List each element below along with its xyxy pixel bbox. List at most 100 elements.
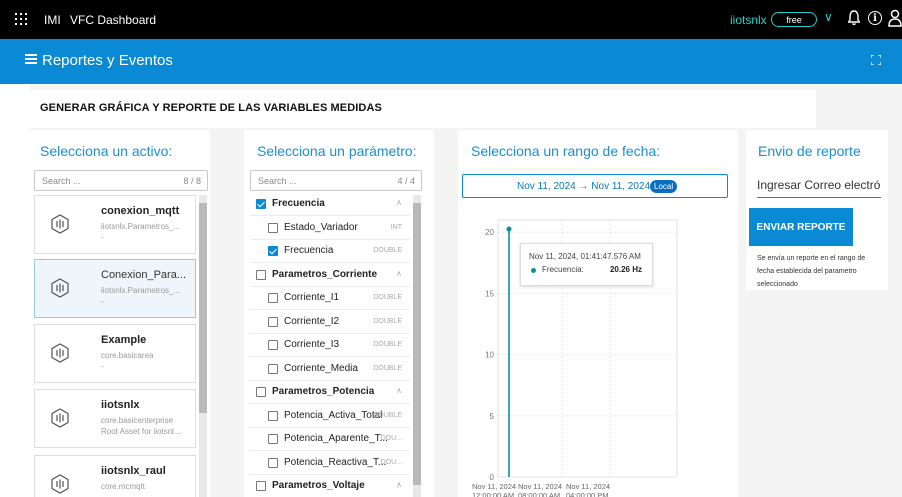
user-icon[interactable]	[888, 9, 902, 27]
asset-card[interactable]: Example core.basicarea -	[34, 324, 196, 383]
asset-description: Root Asset for iiotsnl...	[101, 427, 181, 436]
page-header: Reportes y Eventos	[0, 39, 902, 84]
chevron-up-icon[interactable]: ∧	[396, 269, 402, 278]
daterange-picker[interactable]: Nov 11, 2024 → Nov 11, 2024 Local	[462, 174, 728, 198]
section-title: GENERAR GRÁFICA Y REPORTE DE LAS VARIABL…	[40, 102, 382, 114]
parameter-type: DOU...	[380, 458, 402, 466]
parameter-checkbox[interactable]	[256, 269, 266, 280]
x-tick-time: 08:00:00 AM	[518, 491, 560, 497]
parameter-item[interactable]: Corriente_Media DOUBLE	[250, 357, 410, 381]
parameter-item[interactable]: Potencia_Aparente_T... DOU...	[250, 428, 410, 451]
asset-type: iiotsnlx.Parametros_...	[101, 222, 181, 231]
parameter-checkbox[interactable]	[268, 434, 278, 444]
parameter-checkbox[interactable]	[268, 457, 278, 468]
parameter-label: Corriente_Media	[284, 362, 358, 374]
series-point-frecuencia	[506, 226, 512, 232]
parameter-checkbox[interactable]	[256, 199, 266, 209]
parameter-checkbox[interactable]	[268, 410, 278, 421]
x-tick-date: Nov 11, 2024	[518, 482, 562, 491]
parameter-type: DOUBLE	[373, 294, 402, 301]
parameter-scrollbar-thumb[interactable]	[413, 203, 421, 485]
parameter-item[interactable]: Corriente_I2 DOUBLE	[250, 310, 410, 334]
parameter-group[interactable]: Parametros_Voltaje ∧	[250, 475, 410, 497]
send-report-button[interactable]: ENVIAR REPORTE	[749, 208, 853, 246]
asset-type: core.basicarea	[101, 351, 154, 360]
asset-type: core.mcmqtt	[101, 482, 146, 491]
asset-hex-icon	[51, 474, 69, 494]
asset-search-input[interactable]: Search ... 8 / 8	[34, 170, 208, 191]
parameter-checkbox[interactable]	[268, 363, 278, 374]
asset-name: Conexion_Para...	[101, 269, 186, 281]
y-tick-label: 10	[485, 351, 494, 360]
x-tick-time: 04:00:00 PM	[566, 491, 609, 497]
parameter-group[interactable]: Frecuencia ∧	[250, 193, 410, 216]
asset-name: conexion_mqtt	[101, 205, 180, 217]
tooltip-series: Frecuencia:	[542, 265, 584, 274]
parameter-label: Corriente_I2	[284, 315, 340, 327]
parameter-label: Potencia_Aparente_T...	[284, 433, 388, 444]
chevron-up-icon[interactable]: ∧	[396, 386, 402, 395]
asset-hex-icon	[51, 343, 69, 363]
parameter-item[interactable]: Frecuencia DOUBLE	[250, 240, 410, 263]
parameter-checkbox[interactable]	[268, 340, 278, 350]
asset-card[interactable]: iiotsnlx core.basicenterprise Root Asset…	[34, 389, 196, 448]
parameter-group[interactable]: Parametros_Potencia ∧	[250, 381, 410, 404]
parameter-label: Corriente_I3	[284, 339, 340, 350]
parameter-item[interactable]: Potencia_Reactiva_T... DOU...	[250, 451, 410, 475]
parameter-checkbox[interactable]	[268, 222, 278, 233]
parameter-checkbox[interactable]	[268, 246, 278, 256]
tooltip-value: 20.26 Hz	[609, 265, 642, 274]
parameter-type: DOUBLE	[373, 364, 402, 372]
chart-tooltip: Nov 11, 2024, 01:41:47.576 AM Frecuencia…	[520, 243, 653, 286]
asset-search-placeholder: Search ...	[42, 176, 81, 186]
asset-card[interactable]: conexion_mqtt iiotsnlx.Parametros_... -	[34, 195, 196, 254]
parameter-checkbox[interactable]	[268, 316, 278, 327]
parameter-type: DOU...	[380, 435, 402, 442]
asset-scrollbar-thumb[interactable]	[199, 203, 207, 413]
parameter-checkbox[interactable]	[256, 387, 266, 397]
timezone-badge[interactable]: Local	[650, 180, 678, 193]
plan-badge: free	[771, 12, 817, 27]
parameter-type: DOUBLE	[373, 247, 402, 254]
parameter-label: Frecuencia	[272, 198, 325, 209]
chevron-up-icon[interactable]: ∧	[396, 198, 402, 207]
x-tick-date: Nov 11, 2024	[472, 482, 516, 491]
email-input[interactable]: Ingresar Correo electrónico	[757, 178, 881, 198]
info-icon[interactable]: i	[868, 11, 882, 25]
chevron-down-icon[interactable]: ∨	[824, 10, 833, 24]
parameter-checkbox[interactable]	[268, 293, 278, 303]
asset-description: -	[101, 362, 104, 371]
parameter-item[interactable]: Corriente_I3 DOUBLE	[250, 334, 410, 357]
tooltip-series-dot	[531, 268, 536, 273]
chevron-up-icon[interactable]: ∧	[396, 480, 402, 489]
tooltip-time: Nov 11, 2024, 01:41:47.576 AM	[529, 252, 641, 261]
report-note: Se envía un reporte en el rango de fecha…	[757, 255, 866, 288]
asset-hex-icon	[51, 408, 69, 428]
parameter-label: Estado_Variador	[284, 221, 358, 233]
x-tick-date: Nov 11, 2024	[566, 482, 610, 491]
parameter-count: 4 / 4	[397, 176, 415, 186]
asset-card[interactable]: iiotsnlx_raul core.mcmqtt	[34, 455, 196, 497]
tenant-name[interactable]: iiotsnlx	[730, 13, 767, 27]
parameter-label: Parametros_Voltaje	[272, 480, 365, 491]
parameter-type: DOUBLE	[373, 411, 402, 419]
parameters-title: Selecciona un parámetro:	[257, 143, 417, 159]
asset-card-selected[interactable]: Conexion_Para... iiotsnlx.Parametros_...…	[34, 259, 196, 318]
menu-icon[interactable]	[25, 54, 37, 64]
bell-icon[interactable]	[848, 10, 860, 26]
parameter-item[interactable]: Corriente_I1 DOUBLE	[250, 287, 410, 310]
asset-name: iiotsnlx	[101, 399, 140, 411]
app-launcher-icon[interactable]	[15, 13, 27, 25]
fullscreen-icon[interactable]	[871, 55, 881, 65]
assets-title: Selecciona un activo:	[40, 143, 173, 159]
parameter-item[interactable]: Potencia_Activa_Total DOUBLE	[250, 404, 410, 428]
parameter-label: Potencia_Reactiva_T...	[284, 456, 387, 468]
daterange-text: Nov 11, 2024 → Nov 11, 2024	[517, 181, 651, 192]
parameter-group[interactable]: Parametros_Corriente ∧	[250, 263, 410, 287]
parameter-item[interactable]: Estado_Variador INT	[250, 216, 410, 240]
parameter-search-input[interactable]: Search ... 4 / 4	[250, 170, 422, 191]
asset-name: iiotsnlx_raul	[101, 465, 166, 477]
parameter-checkbox[interactable]	[256, 481, 266, 491]
asset-description: -	[101, 233, 104, 242]
y-tick-label: 20	[485, 228, 494, 237]
